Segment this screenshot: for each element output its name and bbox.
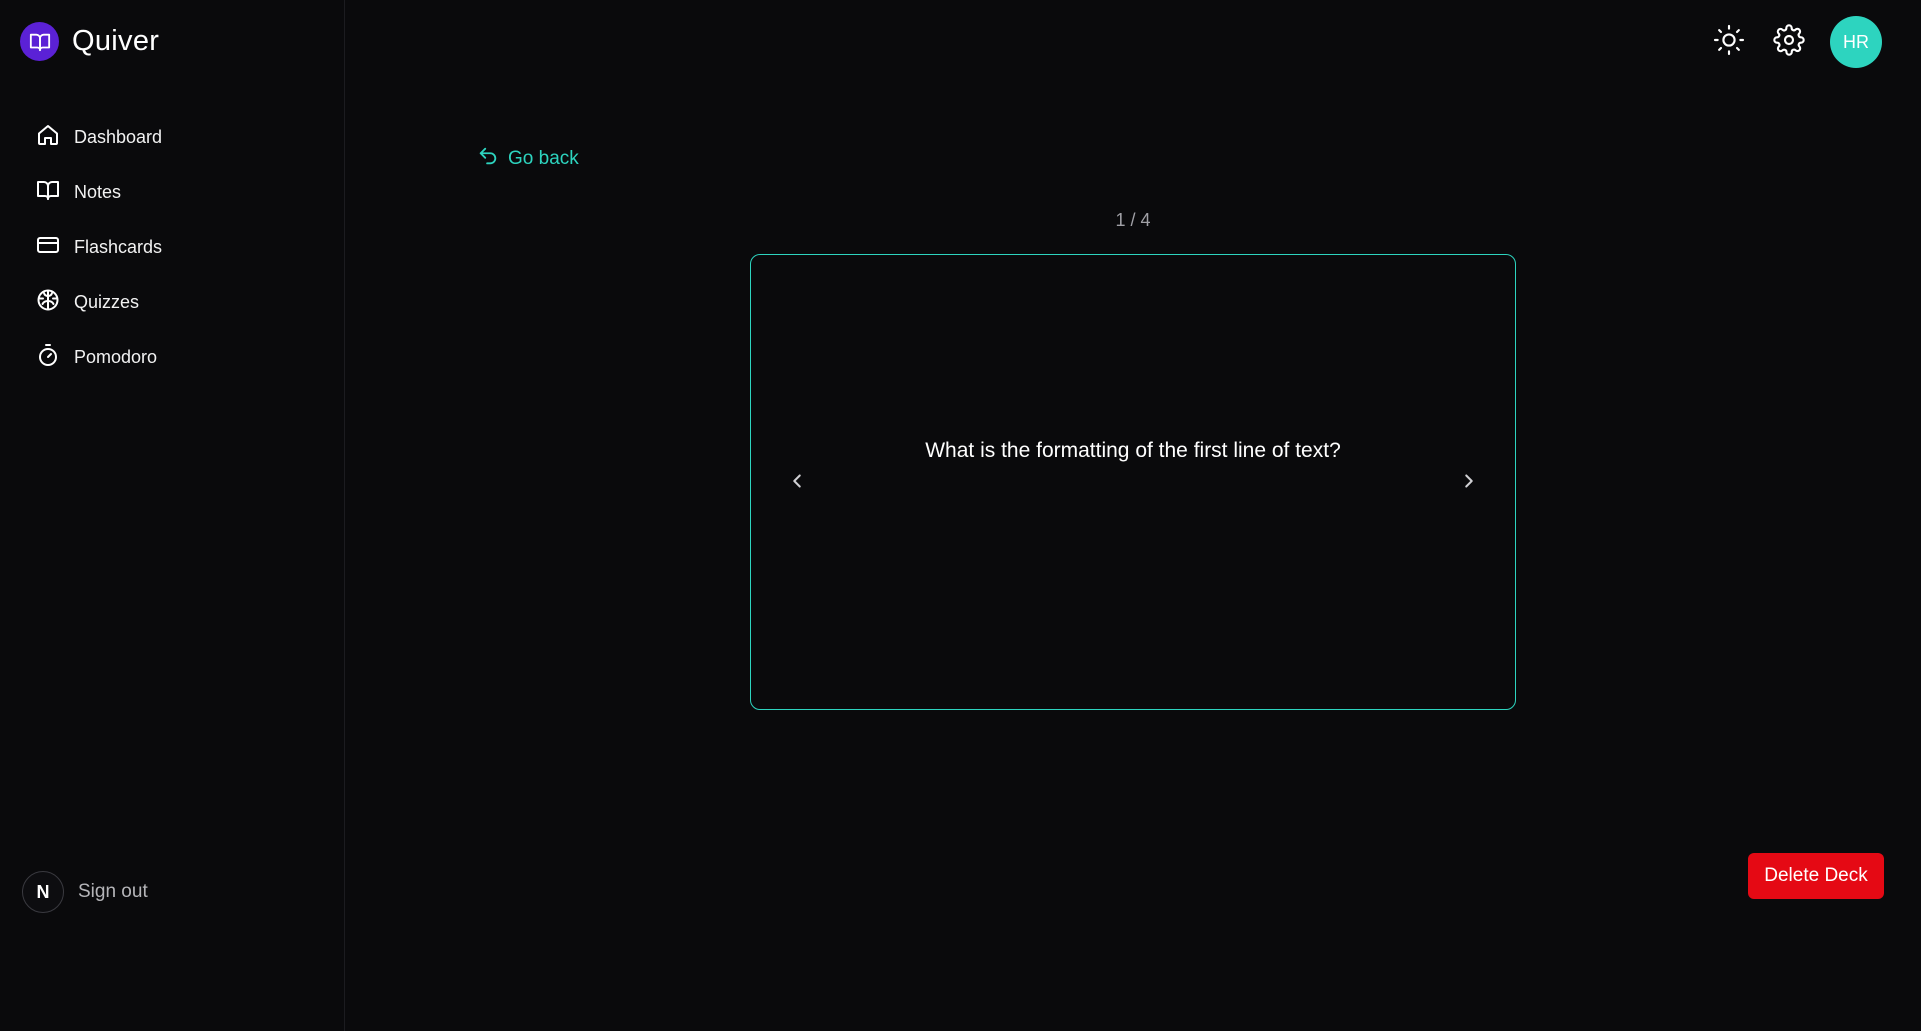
home-icon: [36, 123, 60, 152]
sidebar-item-notes[interactable]: Notes: [36, 165, 162, 220]
sign-out-button[interactable]: N Sign out: [22, 871, 148, 913]
go-back-label: Go back: [508, 148, 579, 169]
signout-avatar: N: [22, 871, 64, 913]
sidebar-item-label: Notes: [74, 182, 122, 202]
settings-button[interactable]: [1770, 23, 1808, 61]
sidebar-item-dashboard[interactable]: Dashboard: [36, 110, 162, 165]
sidebar-item-quizzes[interactable]: Quizzes: [36, 275, 162, 330]
sidebar-item-label: Pomodoro: [74, 347, 158, 367]
sidebar: Quiver Dashboard Notes Flashcards Quizze…: [0, 0, 345, 1031]
sidebar-item-label: Flashcards: [74, 237, 163, 257]
previous-card-button[interactable]: [777, 463, 817, 503]
user-avatar[interactable]: HR: [1830, 16, 1882, 68]
delete-deck-button[interactable]: Delete Deck: [1748, 853, 1884, 899]
card-counter: 1 / 4: [1115, 210, 1151, 230]
theme-toggle-button[interactable]: [1710, 23, 1748, 61]
timer-icon: [36, 343, 60, 372]
gear-icon: [1773, 23, 1805, 61]
undo-arrow-icon: [477, 145, 499, 173]
book-open-icon: [36, 178, 60, 207]
app-name: Quiver: [72, 25, 160, 57]
brand[interactable]: Quiver: [20, 22, 159, 61]
sidebar-item-pomodoro[interactable]: Pomodoro: [36, 330, 162, 385]
flashcard[interactable]: What is the formatting of the first line…: [750, 254, 1516, 710]
flashcard-question: What is the formatting of the first line…: [925, 439, 1341, 462]
next-card-button[interactable]: [1449, 463, 1489, 503]
sidebar-item-label: Dashboard: [74, 127, 163, 147]
sun-icon: [1713, 24, 1745, 61]
sidebar-item-label: Quizzes: [74, 292, 140, 312]
book-logo-icon: [20, 22, 59, 61]
credit-card-icon: [36, 233, 60, 262]
header-actions: HR: [1710, 16, 1882, 68]
go-back-link[interactable]: Go back: [477, 145, 579, 173]
signout-label: Sign out: [78, 881, 148, 902]
sidebar-item-flashcards[interactable]: Flashcards: [36, 220, 162, 275]
chevron-left-icon: [786, 470, 808, 497]
chevron-right-icon: [1458, 470, 1480, 497]
brain-icon: [36, 288, 60, 317]
sidebar-nav: Dashboard Notes Flashcards Quizzes Pomod…: [36, 110, 162, 385]
